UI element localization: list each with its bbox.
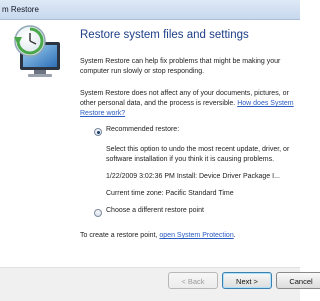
current-timezone: Current time zone: Pacific Standard Time bbox=[106, 190, 234, 197]
choose-different-restore-point-label[interactable]: Choose a different restore point bbox=[106, 207, 204, 214]
recommended-restore-description: Select this option to undo the most rece… bbox=[106, 146, 290, 163]
cancel-button[interactable]: Cancel bbox=[276, 272, 320, 289]
left-pane bbox=[0, 20, 68, 268]
back-button[interactable]: < Back bbox=[168, 272, 218, 289]
next-button[interactable]: Next > bbox=[222, 272, 272, 289]
create-restore-point-suffix: . bbox=[233, 232, 236, 239]
restore-point-details: 1/22/2009 3:02:36 PM Install: Device Dri… bbox=[106, 173, 280, 180]
system-restore-clock-icon bbox=[14, 25, 60, 77]
note-text: System Restore does not affect any of yo… bbox=[80, 89, 294, 119]
title-bar: m Restore bbox=[0, 0, 300, 20]
page-title: Restore system files and settings bbox=[80, 29, 249, 41]
intro-text: System Restore can help fix problems tha… bbox=[80, 58, 281, 75]
choose-different-restore-point-radio[interactable] bbox=[94, 209, 102, 217]
recommended-restore-label[interactable]: Recommended restore: bbox=[106, 126, 179, 133]
create-restore-point-text: To create a restore point, open System P… bbox=[80, 232, 236, 239]
create-restore-point-prefix: To create a restore point, bbox=[80, 232, 160, 239]
open-system-protection-link[interactable]: open System Protection bbox=[159, 232, 233, 239]
recommended-restore-radio[interactable] bbox=[94, 128, 102, 136]
window-title: m Restore bbox=[2, 5, 39, 14]
